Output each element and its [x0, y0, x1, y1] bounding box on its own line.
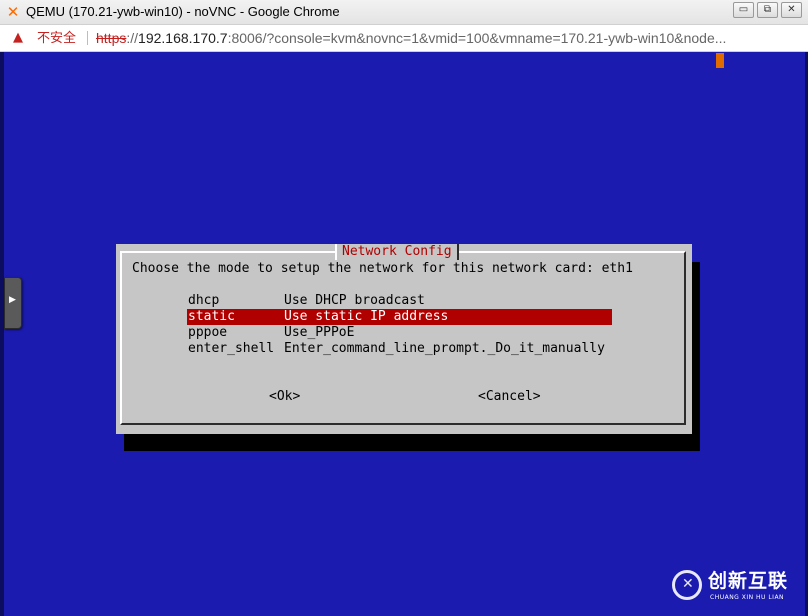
window-titlebar: ✕ QEMU (170.21-ywb-win10) - noVNC - Goog…: [0, 0, 808, 25]
watermark-name: 创新互联: [708, 570, 789, 592]
minimize-button[interactable]: ▭: [733, 2, 754, 18]
warning-triangle-icon[interactable]: ▲: [13, 30, 23, 46]
dialog-title: Network Config: [335, 244, 459, 260]
network-config-dialog: Network Config Choose the mode to setup …: [116, 244, 692, 434]
address-bar[interactable]: ▲ 不安全 https://192.168.170.7:8006/?consol…: [0, 25, 808, 52]
console-left-edge: [0, 52, 4, 616]
console-cursor: [716, 53, 724, 68]
watermark-subtitle: CHUANG XIN HU LIAN: [710, 594, 785, 601]
url-path: :8006/?console=kvm&novnc=1&vmid=100&vmna…: [227, 30, 727, 46]
menu-item-tag: enter_shell: [188, 341, 275, 356]
menu-item-desc: Use_PPPoE: [284, 325, 355, 340]
address-separator: [87, 31, 88, 45]
url-host: 192.168.170.7: [138, 30, 228, 46]
mode-menu: dhcp Use DHCP broadcast static Use stati…: [187, 293, 612, 357]
logo-circle-icon: ✕: [672, 570, 702, 600]
cancel-button[interactable]: <Cancel>: [478, 389, 541, 405]
ok-button[interactable]: <Ok>: [269, 389, 300, 405]
close-button[interactable]: ✕: [781, 2, 802, 18]
menu-item-enter-shell[interactable]: enter_shell Enter_command_line_prompt._D…: [187, 341, 612, 357]
not-secure-label[interactable]: 不安全: [37, 30, 76, 46]
menu-item-desc: Use DHCP broadcast: [284, 293, 425, 308]
menu-item-pppoe[interactable]: pppoe Use_PPPoE: [187, 325, 612, 341]
watermark-logo: ✕ 创新互联 CHUANG XIN HU LIAN: [672, 570, 802, 606]
window-controls: ▭ ⧉ ✕: [733, 2, 802, 18]
menu-item-desc: Enter_command_line_prompt._Do_it_manuall…: [284, 341, 605, 356]
dialog-prompt: Choose the mode to setup the network for…: [132, 261, 633, 276]
url-text[interactable]: https://192.168.170.7:8006/?console=kvm&…: [96, 29, 726, 47]
expand-arrow-icon: ▶: [9, 295, 16, 305]
proxmox-x-icon: ✕: [6, 3, 20, 21]
menu-item-static[interactable]: static Use static IP address: [187, 309, 612, 325]
menu-item-tag: dhcp: [188, 293, 220, 308]
novnc-control-handle[interactable]: ▶: [4, 277, 22, 329]
url-scheme-separator: ://: [126, 30, 139, 46]
window-title: QEMU (170.21-ywb-win10) - noVNC - Google…: [26, 4, 340, 19]
menu-item-tag: pppoe: [188, 325, 228, 340]
menu-item-desc: Use static IP address: [284, 309, 449, 324]
url-scheme: https: [96, 30, 127, 46]
restore-button[interactable]: ⧉: [757, 2, 778, 18]
menu-item-dhcp[interactable]: dhcp Use DHCP broadcast: [187, 293, 612, 309]
menu-item-tag: static: [188, 309, 235, 324]
